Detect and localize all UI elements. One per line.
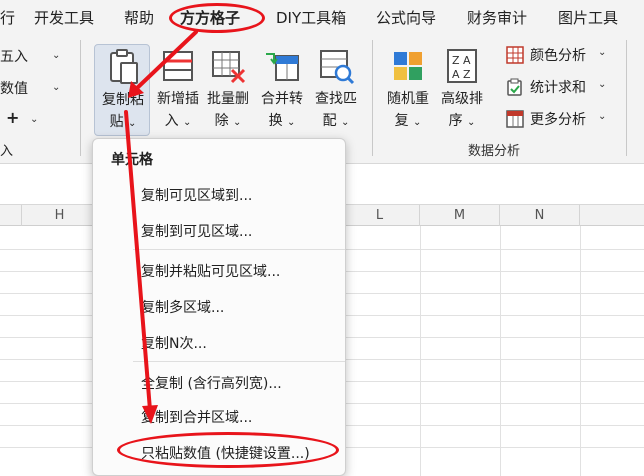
menu-item-copy-n-times[interactable]: 复制N次... (141, 333, 207, 353)
plus-icon[interactable]: + (6, 108, 19, 127)
merge-convert-icon (266, 53, 299, 81)
menu-item-copy-to-visible[interactable]: 复制到可见区域... (141, 221, 252, 241)
chevron-down-icon: ⌄ (287, 117, 296, 128)
menu-divider (133, 249, 345, 250)
tab-row-partial[interactable]: 行 (0, 7, 15, 28)
group-divider (372, 40, 373, 156)
chevron-down-icon: ⌄ (467, 117, 476, 128)
chevron-down-icon: ⌄ (341, 117, 350, 128)
tab-formula-wizard[interactable]: 公式向导 (376, 7, 436, 28)
data-analysis-group-label: 数据分析 (468, 144, 521, 159)
chevron-down-icon[interactable]: ⌄ (30, 114, 38, 125)
column-header-n[interactable]: N (500, 205, 580, 226)
stat-sum-label: 统计求和 (530, 80, 586, 96)
tab-help[interactable]: 帮助 (124, 7, 154, 28)
find-match-label-1: 查找匹 (315, 91, 357, 107)
grid-line (420, 226, 421, 476)
chevron-down-icon[interactable]: ⌄ (52, 82, 60, 93)
grid-line (500, 226, 501, 476)
menu-item-copy-multi-range[interactable]: 复制多区域... (141, 297, 224, 317)
clipboard-check-icon (507, 78, 522, 96)
random-grid-icon (394, 52, 422, 80)
column-header-h[interactable]: H (22, 205, 98, 226)
chevron-down-icon[interactable]: ⌄ (52, 50, 60, 61)
chevron-down-icon: ⌄ (128, 118, 137, 129)
annotation-ellipse-tab (169, 3, 265, 33)
stat-sum-button[interactable]: 统计求和 ⌄ (506, 74, 616, 100)
chevron-down-icon: ⌄ (413, 117, 422, 128)
merge-convert-button[interactable]: 合并转换 ⌄ (254, 44, 310, 136)
new-insert-label-1: 新增插 (157, 91, 199, 107)
column-header-next[interactable] (580, 205, 644, 226)
grid-line (580, 226, 581, 476)
clipboard-icon (110, 49, 138, 84)
round-label[interactable]: 五入 (0, 46, 28, 66)
insert-rows-icon (163, 51, 193, 81)
batch-delete-label-2: 除 (214, 113, 229, 129)
tab-finance-audit[interactable]: 财务审计 (467, 7, 527, 28)
value-label[interactable]: 数值 (0, 78, 28, 98)
group-divider (626, 40, 627, 156)
random-repeat-label-2: 复 (394, 113, 409, 129)
new-insert-label-2: 入 (164, 113, 179, 129)
copy-paste-dropdown-menu: 单元格 复制可见区域到... 复制到可见区域... 复制并粘贴可见区域... 复… (92, 138, 346, 476)
menu-item-full-copy[interactable]: 全复制 (含行高列宽)... (141, 373, 282, 393)
batch-delete-button[interactable]: 批量删除 ⌄ (200, 44, 256, 136)
advanced-sort-label-2: 序 (448, 113, 463, 129)
new-insert-button[interactable]: 新增插入 ⌄ (150, 44, 206, 136)
tab-developer[interactable]: 开发工具 (34, 7, 94, 28)
menu-item-copy-visible-to[interactable]: 复制可见区域到... (141, 185, 252, 205)
ribbon-tab-bar: 行 开发工具 帮助 方方格子 DIY工具箱 公式向导 财务审计 图片工具 (0, 0, 644, 36)
chevron-down-icon: ⌄ (233, 117, 242, 128)
merge-convert-label-1: 合并转 (261, 91, 303, 107)
more-analysis-button[interactable]: 更多分析 ⌄ (506, 106, 616, 132)
sort-az-icon: Z A A Z (447, 49, 477, 83)
group-label-partial: 入 (0, 144, 14, 159)
color-grid-icon (506, 46, 524, 64)
copy-paste-label-2: 贴 (109, 114, 124, 130)
advanced-sort-button[interactable]: Z A A Z 高级排序 ⌄ (434, 44, 490, 136)
menu-divider (133, 361, 345, 362)
find-match-icon (320, 50, 355, 85)
annotation-ellipse-paste-values (117, 432, 339, 468)
color-analysis-button[interactable]: 颜色分析 ⌄ (506, 42, 616, 68)
more-analysis-icon (506, 110, 524, 128)
chevron-down-icon: ⌄ (598, 47, 607, 58)
group-divider (80, 40, 81, 156)
random-repeat-button[interactable]: 随机重复 ⌄ (380, 44, 436, 136)
random-repeat-label-1: 随机重 (387, 91, 429, 107)
find-match-label-2: 配 (322, 113, 337, 129)
menu-section-title: 单元格 (111, 152, 153, 168)
tab-image-tools[interactable]: 图片工具 (558, 7, 618, 28)
menu-item-copy-to-merged[interactable]: 复制到合并区域... (141, 407, 252, 427)
column-header-l[interactable]: L (340, 205, 420, 226)
svg-text:A Z: A Z (452, 68, 471, 81)
find-match-button[interactable]: 查找匹配 ⌄ (308, 44, 364, 136)
copy-paste-label-1: 复制粘 (102, 92, 144, 108)
copy-paste-button[interactable]: 复制粘贴 ⌄ (94, 44, 150, 136)
chevron-down-icon: ⌄ (598, 79, 607, 90)
batch-delete-label-1: 批量删 (207, 91, 249, 107)
advanced-sort-label-1: 高级排 (441, 91, 483, 107)
merge-convert-label-2: 换 (268, 113, 283, 129)
column-header-m[interactable]: M (420, 205, 500, 226)
color-analysis-label: 颜色分析 (530, 48, 586, 64)
menu-item-copy-paste-visible[interactable]: 复制并粘贴可见区域... (141, 261, 280, 281)
delete-grid-icon (212, 51, 246, 84)
svg-text:Z A: Z A (452, 54, 471, 67)
chevron-down-icon: ⌄ (183, 117, 192, 128)
tab-diy-toolbox[interactable]: DIY工具箱 (276, 7, 346, 28)
chevron-down-icon: ⌄ (598, 111, 607, 122)
column-header-blank (0, 205, 22, 226)
more-analysis-label: 更多分析 (530, 112, 586, 128)
